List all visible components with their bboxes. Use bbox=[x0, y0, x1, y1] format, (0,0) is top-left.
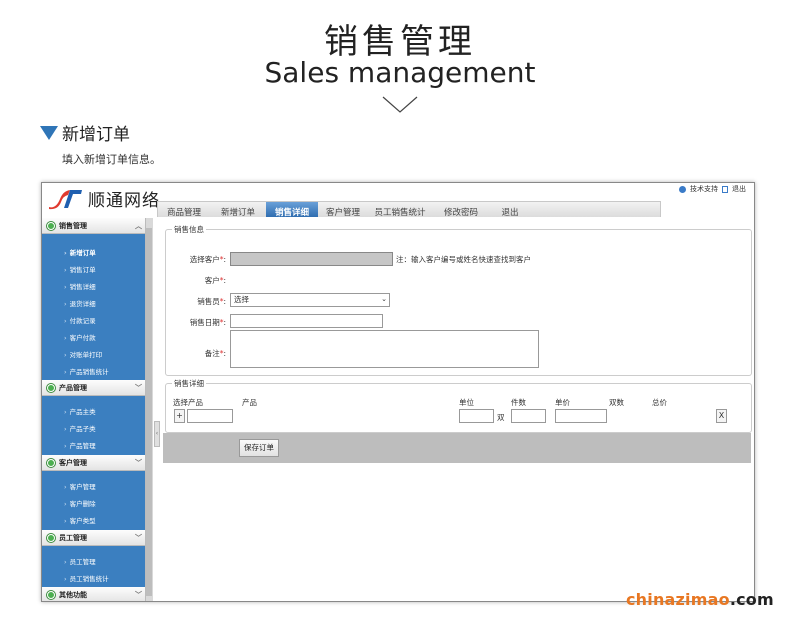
sidebar-scroll-thumb[interactable] bbox=[146, 228, 152, 596]
action-bar: 保存订单 bbox=[163, 433, 751, 463]
customer-select-input[interactable] bbox=[230, 252, 393, 266]
sidebar-group-label: 产品管理 bbox=[59, 383, 87, 392]
chevron-down-icon: ﹀ bbox=[135, 534, 142, 542]
sidebar-item-employee-management[interactable]: 员工管理 bbox=[64, 556, 96, 566]
main-tabs: 商品管理 新增订单 销售详细 客户管理 员工销售统计 修改密码 退出 bbox=[157, 201, 661, 218]
sidebar-group-label: 员工管理 bbox=[59, 533, 87, 542]
chevron-down-icon: ⌄ bbox=[381, 295, 387, 303]
sales-date-label: 销售日期*: bbox=[189, 318, 226, 327]
unit-suffix: 双 bbox=[497, 413, 505, 422]
sidebar-collapse-handle[interactable]: ‹ bbox=[154, 421, 160, 447]
sales-detail-fieldset: 销售详细 选择产品 产品 单位 件数 单价 双数 总价 + 双 X bbox=[165, 378, 752, 433]
sidebar-item-product-management[interactable]: 产品管理 bbox=[64, 440, 96, 450]
app-topbar: 顺通网络 技术支持 退出 商品管理 新增订单 销售详细 客户管理 员工销售统计 … bbox=[42, 183, 754, 218]
unit-input[interactable] bbox=[459, 409, 494, 423]
sidebar-group-customers[interactable]: 客户管理 ﹀ bbox=[42, 455, 145, 471]
sidebar-item-product-sales-stats[interactable]: 产品销售统计 bbox=[64, 366, 109, 376]
col-select-product: 选择产品 bbox=[173, 398, 203, 407]
sidebar-item-customer-delete[interactable]: 客户删除 bbox=[64, 498, 96, 508]
sidebar-item-customer-payment[interactable]: 客户付款 bbox=[64, 332, 96, 342]
sales-info-legend: 销售信息 bbox=[172, 224, 206, 235]
group-bullet-icon bbox=[47, 221, 55, 230]
unit-price-input[interactable] bbox=[555, 409, 607, 423]
tab-product-management[interactable]: 商品管理 bbox=[158, 202, 210, 218]
section-description: 填入新增订单信息。 bbox=[62, 153, 161, 166]
remark-textarea[interactable] bbox=[230, 330, 539, 368]
main-content: 销售信息 选择客户*: 注：输入客户编号或姓名快速查找到客户 客户*: 销售员*… bbox=[162, 218, 754, 601]
sidebar-group-other[interactable]: 其他功能 ﹀ bbox=[42, 587, 145, 601]
chevron-down-icon: ﹀ bbox=[135, 459, 142, 467]
sidebar-item-customer-management[interactable]: 客户管理 bbox=[64, 481, 96, 491]
add-product-button[interactable]: + bbox=[174, 409, 185, 423]
tab-logout[interactable]: 退出 bbox=[490, 202, 530, 218]
triangle-down-icon bbox=[40, 125, 58, 140]
logo-text: 顺通网络 bbox=[88, 191, 160, 211]
save-order-button[interactable]: 保存订单 bbox=[239, 439, 279, 457]
sidebar-item-return-detail[interactable]: 退货详细 bbox=[64, 298, 96, 308]
col-total-price: 总价 bbox=[652, 398, 667, 407]
sidebar-item-sales-orders[interactable]: 销售订单 bbox=[64, 264, 96, 274]
col-pairs: 双数 bbox=[609, 398, 624, 407]
group-bullet-icon bbox=[47, 590, 55, 599]
sidebar-group-label: 销售管理 bbox=[59, 221, 87, 230]
logo-icon bbox=[49, 189, 82, 209]
col-pieces: 件数 bbox=[511, 398, 526, 407]
sidebar-item-product-main-category[interactable]: 产品主类 bbox=[64, 406, 96, 416]
chevron-down-icon bbox=[382, 96, 418, 113]
tab-customer-management[interactable]: 客户管理 bbox=[318, 202, 368, 218]
top-links: 技术支持 退出 bbox=[679, 184, 746, 194]
chevron-up-icon: ︿ bbox=[135, 222, 142, 230]
sidebar-group-label: 其他功能 bbox=[59, 590, 87, 599]
app-logo: 顺通网络 bbox=[46, 186, 160, 211]
sidebar-item-customer-type[interactable]: 客户类型 bbox=[64, 515, 96, 525]
tab-employee-sales-stats[interactable]: 员工销售统计 bbox=[368, 202, 432, 218]
tab-change-password[interactable]: 修改密码 bbox=[432, 202, 490, 218]
salesperson-label: 销售员*: bbox=[197, 297, 226, 306]
col-product: 产品 bbox=[242, 398, 257, 407]
sidebar-item-payment-records[interactable]: 付款记录 bbox=[64, 315, 96, 325]
pieces-input[interactable] bbox=[511, 409, 546, 423]
sidebar-item-product-subcategory[interactable]: 产品子类 bbox=[64, 423, 96, 433]
sidebar-item-sales-detail[interactable]: 销售详细 bbox=[64, 281, 96, 291]
section-heading: 新增订单 bbox=[40, 120, 130, 145]
sidebar-item-statement-print[interactable]: 对账单打印 bbox=[64, 349, 103, 359]
tab-sales-detail[interactable]: 销售详细 bbox=[266, 202, 318, 218]
chevron-down-icon: ﹀ bbox=[135, 384, 142, 392]
group-bullet-icon bbox=[47, 458, 55, 467]
col-unit-price: 单价 bbox=[555, 398, 570, 407]
watermark: chinazimao.com bbox=[626, 590, 774, 609]
sidebar-item-new-order[interactable]: 新增订单 bbox=[64, 247, 96, 257]
sidebar-item-employee-sales-stats[interactable]: 员工销售统计 bbox=[64, 573, 109, 583]
group-bullet-icon bbox=[47, 533, 55, 542]
remove-row-button[interactable]: X bbox=[716, 409, 727, 423]
sidebar: 销售管理 ︿ 新增订单 销售订单 销售详细 退货详细 付款记录 客户付款 对账单打… bbox=[42, 218, 152, 601]
help-icon bbox=[679, 185, 686, 193]
remark-label: 备注*: bbox=[204, 349, 226, 358]
group-bullet-icon bbox=[47, 383, 55, 392]
logout-link[interactable]: 退出 bbox=[732, 184, 746, 194]
chevron-down-icon: ﹀ bbox=[135, 591, 142, 599]
customer-select-note: 注：输入客户编号或姓名快速查找到客户 bbox=[396, 255, 531, 264]
tab-new-order[interactable]: 新增订单 bbox=[210, 202, 266, 218]
tech-support-link[interactable]: 技术支持 bbox=[690, 184, 718, 194]
sales-detail-legend: 销售详细 bbox=[172, 378, 206, 389]
page-subtitle: Sales management bbox=[264, 56, 536, 89]
sales-info-fieldset: 销售信息 选择客户*: 注：输入客户编号或姓名快速查找到客户 客户*: 销售员*… bbox=[165, 224, 752, 376]
document-icon bbox=[722, 185, 728, 193]
section-title: 新增订单 bbox=[62, 125, 130, 145]
col-unit: 单位 bbox=[459, 398, 474, 407]
customer-label: 客户*: bbox=[204, 276, 226, 285]
salesperson-select[interactable]: 选择 ⌄ bbox=[230, 293, 390, 307]
app-window: 顺通网络 技术支持 退出 商品管理 新增订单 销售详细 客户管理 员工销售统计 … bbox=[41, 182, 755, 602]
sales-date-input[interactable] bbox=[230, 314, 383, 328]
product-code-input[interactable] bbox=[187, 409, 233, 423]
sidebar-group-label: 客户管理 bbox=[59, 458, 87, 467]
sidebar-group-sales[interactable]: 销售管理 ︿ bbox=[42, 218, 145, 234]
customer-select-label: 选择客户*: bbox=[189, 255, 226, 264]
sidebar-group-products[interactable]: 产品管理 ﹀ bbox=[42, 380, 145, 396]
sidebar-group-employees[interactable]: 员工管理 ﹀ bbox=[42, 530, 145, 546]
